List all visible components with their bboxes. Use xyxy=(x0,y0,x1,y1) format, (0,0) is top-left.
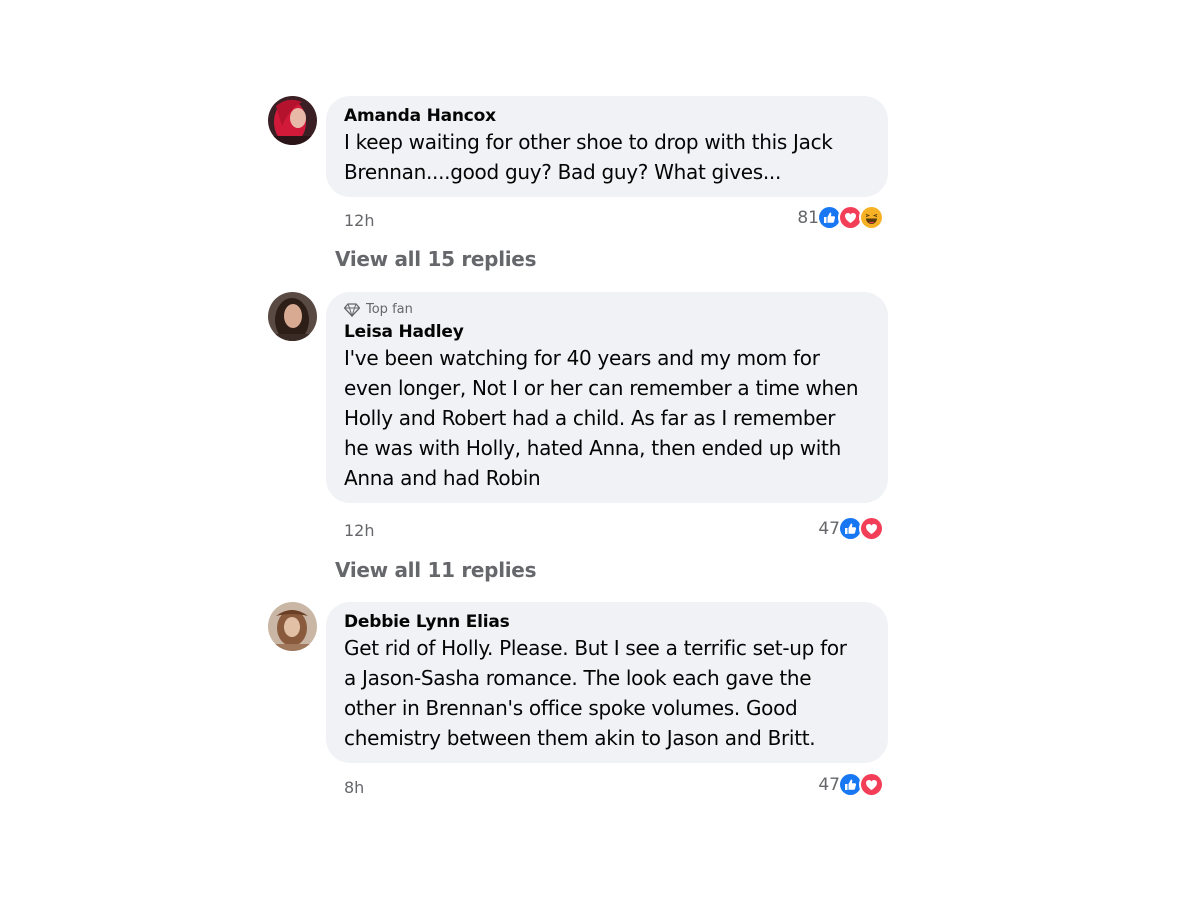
comment-text: Get rid of Holly. Please. But I see a te… xyxy=(344,633,870,753)
comment-text-line: Holly and Robert had a child. As far as … xyxy=(344,406,836,430)
avatar[interactable] xyxy=(268,292,317,341)
avatar[interactable] xyxy=(268,602,317,651)
reaction-summary[interactable]: 47 xyxy=(818,516,884,541)
view-replies-link[interactable]: View all 11 replies xyxy=(335,558,536,582)
comment-text-line: other in Brennan's office spoke volumes.… xyxy=(344,696,798,720)
reaction-summary[interactable]: 47 xyxy=(818,772,884,797)
comment-text: I've been watching for 40 years and my m… xyxy=(344,343,870,493)
badge-label: Top fan xyxy=(366,302,413,317)
timestamp[interactable]: 12h xyxy=(344,521,375,540)
diamond-icon xyxy=(344,303,360,317)
comment-text-line: I keep waiting for other shoe to drop wi… xyxy=(344,130,833,154)
comment-text-line: he was with Holly, hated Anna, then ende… xyxy=(344,436,841,460)
view-replies-link[interactable]: View all 15 replies xyxy=(335,247,536,271)
comment-text: I keep waiting for other shoe to drop wi… xyxy=(344,127,870,187)
avatar[interactable] xyxy=(268,96,317,145)
comment-text-line: Brennan....good guy? Bad guy? What gives… xyxy=(344,160,782,184)
reaction-count: 47 xyxy=(818,774,840,795)
author-name[interactable]: Amanda Hancox xyxy=(344,105,870,127)
comment-text-line: a Jason-Sasha romance. The look each gav… xyxy=(344,666,812,690)
author-name[interactable]: Leisa Hadley xyxy=(344,321,870,343)
top-fan-badge[interactable]: Top fan xyxy=(344,301,870,319)
comment-text-line: Get rid of Holly. Please. But I see a te… xyxy=(344,636,847,660)
reaction-count: 47 xyxy=(818,518,840,539)
timestamp[interactable]: 12h xyxy=(344,211,375,230)
reaction-summary[interactable]: 81 xyxy=(797,205,884,230)
reaction-count: 81 xyxy=(797,207,819,228)
comment-bubble: Amanda Hancox I keep waiting for other s… xyxy=(326,96,888,197)
comment-bubble: Debbie Lynn Elias Get rid of Holly. Plea… xyxy=(326,602,888,763)
comment-text-line: even longer, Not I or her can remember a… xyxy=(344,376,859,400)
love-icon xyxy=(859,772,884,797)
comment-text-line: chemistry between them akin to Jason and… xyxy=(344,726,816,750)
author-name[interactable]: Debbie Lynn Elias xyxy=(344,611,870,633)
comment-text-line: I've been watching for 40 years and my m… xyxy=(344,346,820,370)
love-icon xyxy=(859,516,884,541)
comment-text-line: Anna and had Robin xyxy=(344,466,541,490)
comment-bubble: Top fan Leisa Hadley I've been watching … xyxy=(326,292,888,503)
timestamp[interactable]: 8h xyxy=(344,778,364,797)
haha-icon xyxy=(859,205,884,230)
